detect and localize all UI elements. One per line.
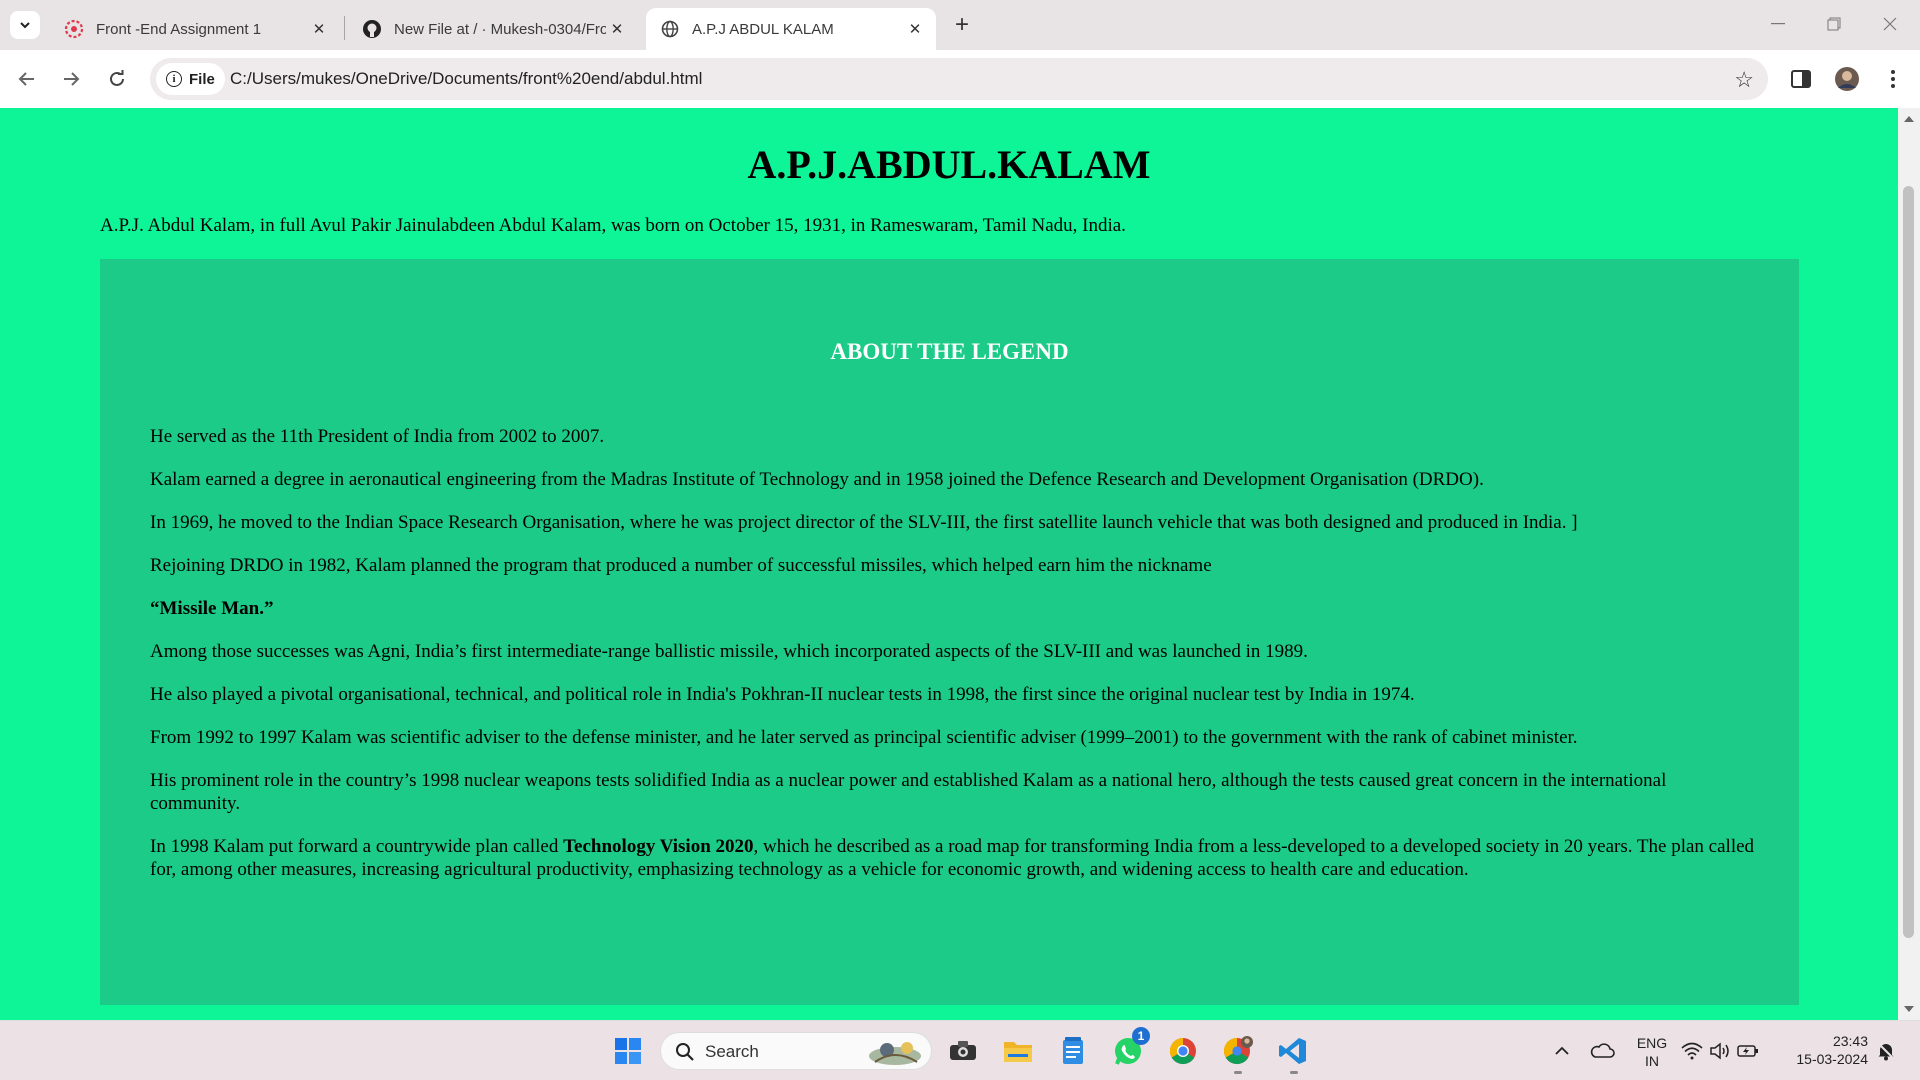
browser-toolbar: i File C:/Users/mukes/OneDrive/Documents… xyxy=(0,50,1920,108)
more-menu-icon[interactable] xyxy=(1878,64,1908,94)
close-icon[interactable]: ✕ xyxy=(904,18,926,40)
tab-search-button[interactable] xyxy=(10,11,40,39)
tab-front-end-assignment[interactable]: Front -End Assignment 1 ✕ xyxy=(50,8,340,50)
section-heading: ABOUT THE LEGEND xyxy=(830,339,1069,364)
running-indicator xyxy=(1234,1071,1242,1074)
side-panel-icon[interactable] xyxy=(1786,64,1816,94)
new-tab-button[interactable]: + xyxy=(948,11,976,39)
file-explorer-icon[interactable] xyxy=(1000,1033,1036,1069)
red-flower-icon xyxy=(64,19,84,39)
fact-paragraph: In 1969, he moved to the Indian Space Re… xyxy=(150,512,1578,533)
vertical-scrollbar[interactable] xyxy=(1898,108,1920,1020)
page-title: A.P.J.ABDUL.KALAM xyxy=(747,142,1151,187)
fact-paragraph: His prominent role in the country’s 1998… xyxy=(150,770,1667,814)
page-viewport: A.P.J.ABDUL.KALAM A.P.J. Abdul Kalam, in… xyxy=(0,108,1898,1020)
language-code: ENG xyxy=(1636,1035,1668,1051)
globe-icon xyxy=(660,19,680,39)
windows-taskbar: Search 1 ENG IN 23:43 15-03-2024 xyxy=(0,1020,1920,1080)
whatsapp-icon[interactable]: 1 xyxy=(1110,1027,1150,1069)
tab-title: New File at / · Mukesh-0304/Fro xyxy=(394,20,606,38)
windows-start-icon[interactable] xyxy=(610,1033,646,1069)
taskbar-search-box[interactable]: Search xyxy=(660,1032,932,1070)
region-code: IN xyxy=(1645,1053,1659,1069)
wifi-icon[interactable] xyxy=(1680,1033,1704,1069)
vision-paragraph: In 1998 Kalam put forward a countrywide … xyxy=(150,835,1760,881)
bookmark-star-icon[interactable]: ☆ xyxy=(1734,67,1754,93)
facts-list: He served as the 11th President of India… xyxy=(150,425,1760,901)
restore-icon[interactable] xyxy=(1806,0,1862,48)
camera-app-icon[interactable] xyxy=(945,1033,981,1069)
scrollbar-thumb[interactable] xyxy=(1903,186,1914,938)
notification-bell-icon[interactable] xyxy=(1872,1033,1900,1069)
vscode-icon[interactable] xyxy=(1275,1033,1311,1069)
clock-date: 15-03-2024 xyxy=(1796,1051,1868,1067)
tab-title: Front -End Assignment 1 xyxy=(96,20,262,38)
running-indicator xyxy=(1290,1071,1298,1074)
taskbar-search-label: Search xyxy=(705,1042,759,1061)
speaker-icon[interactable] xyxy=(1708,1033,1732,1069)
chevron-down-icon xyxy=(20,22,30,29)
fact-paragraph: He also played a pivotal organisational,… xyxy=(150,684,1415,705)
back-arrow-icon[interactable] xyxy=(12,64,42,94)
chevron-up-icon[interactable] xyxy=(1544,1033,1580,1069)
forward-arrow-icon[interactable] xyxy=(56,64,86,94)
notepad-icon[interactable] xyxy=(1055,1033,1091,1069)
notification-badge: 1 xyxy=(1132,1027,1150,1045)
about-legend-section: ABOUT THE LEGEND He served as the 11th P… xyxy=(100,259,1799,1005)
close-window-icon[interactable] xyxy=(1862,0,1918,48)
close-icon[interactable]: ✕ xyxy=(606,18,628,40)
clock[interactable]: 23:43 15-03-2024 xyxy=(1780,1032,1868,1068)
onedrive-cloud-icon[interactable] xyxy=(1584,1033,1620,1069)
scroll-down-arrow-icon[interactable] xyxy=(1904,1006,1914,1012)
search-highlight-icon xyxy=(869,1042,921,1065)
minimize-icon[interactable] xyxy=(1750,0,1806,48)
close-icon[interactable]: ✕ xyxy=(308,18,330,40)
profile-avatar[interactable] xyxy=(1832,64,1862,94)
fact-paragraph: Kalam earned a degree in aeronautical en… xyxy=(150,469,1484,490)
tab-separator xyxy=(344,16,345,40)
address-bar[interactable]: i File C:/Users/mukes/OneDrive/Documents… xyxy=(150,58,1768,100)
chrome-profile-icon[interactable] xyxy=(1220,1033,1256,1069)
tab-title: A.P.J ABDUL KALAM xyxy=(692,20,834,38)
clock-time: 23:43 xyxy=(1832,1033,1868,1049)
vision-text-before: In 1998 Kalam put forward a countrywide … xyxy=(150,836,564,857)
reload-icon[interactable] xyxy=(102,64,132,94)
fact-paragraph: From 1992 to 1997 Kalam was scientific a… xyxy=(150,727,1578,748)
scroll-up-arrow-icon[interactable] xyxy=(1904,116,1914,122)
fact-paragraph: Among those successes was Agni, India’s … xyxy=(150,641,1308,662)
url-text[interactable]: C:/Users/mukes/OneDrive/Documents/front%… xyxy=(230,69,702,89)
info-icon: i xyxy=(166,71,182,87)
intro-paragraph: A.P.J. Abdul Kalam, in full Avul Pakir J… xyxy=(100,215,1126,236)
github-icon xyxy=(362,19,382,39)
chrome-icon[interactable] xyxy=(1165,1033,1201,1069)
site-chip-label: File xyxy=(189,70,215,88)
search-icon xyxy=(676,1043,694,1061)
fact-paragraph: He served as the 11th President of India… xyxy=(150,426,605,447)
site-info-chip[interactable]: i File xyxy=(156,63,225,95)
battery-icon[interactable] xyxy=(1736,1033,1760,1069)
language-indicator[interactable]: ENG IN xyxy=(1630,1034,1674,1070)
tab-apj-abdul-kalam[interactable]: A.P.J ABDUL KALAM ✕ xyxy=(646,8,936,50)
tab-github-new-file[interactable]: New File at / · Mukesh-0304/Fro ✕ xyxy=(348,8,638,50)
nickname-text: “Missile Man.” xyxy=(150,598,274,619)
fact-paragraph: Rejoining DRDO in 1982, Kalam planned th… xyxy=(150,555,1212,576)
nickname-paragraph: “Missile Man.” xyxy=(150,597,1760,620)
tab-bar: Front -End Assignment 1 ✕ New File at / … xyxy=(0,0,1920,50)
vision-title: Technology Vision 2020 xyxy=(563,836,754,857)
